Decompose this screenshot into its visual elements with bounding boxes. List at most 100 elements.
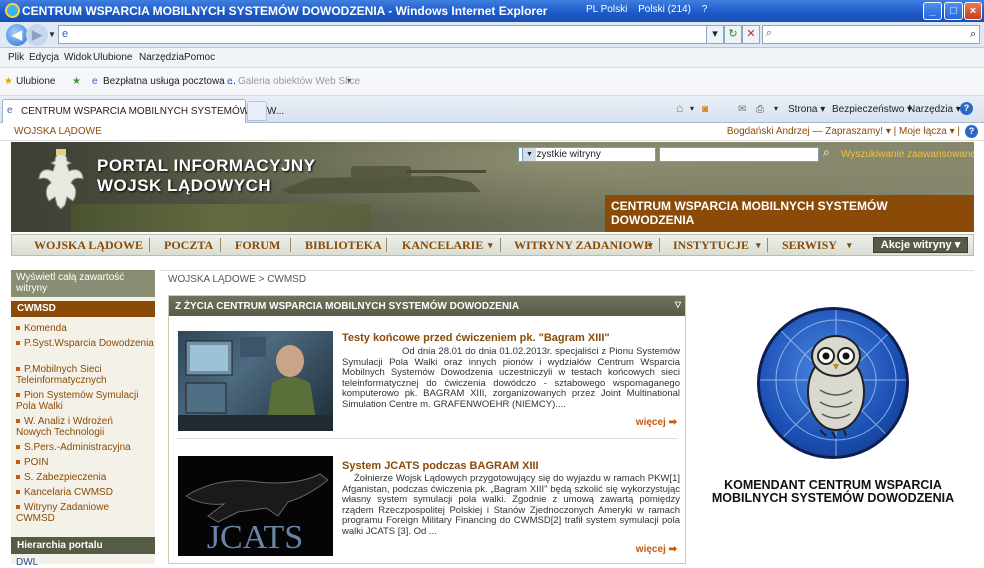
webslice-dropdown-icon[interactable]: ▾ xyxy=(347,76,351,85)
tab-page-icon: e xyxy=(7,105,13,116)
more-link-1[interactable]: więcej ➡ xyxy=(636,417,677,428)
instytucje-dropdown-icon[interactable]: ▾ xyxy=(756,240,761,251)
nav-forum[interactable]: FORUM xyxy=(235,238,280,253)
view-all-content-link[interactable]: Wyświetl całą zawartość witryny xyxy=(11,270,155,297)
site-search-input[interactable] xyxy=(659,147,819,162)
menu-bar: Plik Edycja Widok Ulubione Narzędzia Pom… xyxy=(0,48,984,68)
nav-witryny-zadaniowe[interactable]: WITRYNY ZADANIOWE xyxy=(514,238,652,253)
kancelarie-dropdown-icon[interactable]: ▾ xyxy=(488,240,493,251)
mail-icon[interactable]: ✉ xyxy=(738,104,746,115)
favorites-button[interactable]: Ulubione xyxy=(16,76,55,87)
portal-title-line1: PORTAL INFORMACYJNY xyxy=(97,156,316,175)
cmd-tools[interactable]: Narzędzia ▾ xyxy=(908,104,961,115)
menu-tools[interactable]: Narzędzia xyxy=(139,52,184,63)
print-icon[interactable]: ⎙ xyxy=(756,104,764,115)
cmd-safety[interactable]: Bezpieczeństwo ▾ xyxy=(832,104,912,115)
leftnav-item[interactable]: P.Syst.Wsparcia Dowodzenia xyxy=(16,338,154,349)
browser-search-input[interactable]: ⌕ xyxy=(762,25,980,44)
favorite-link-mail[interactable]: Bezpłatna usługa pocztowa ... xyxy=(103,76,236,87)
nav-kancelarie[interactable]: KANCELARIE xyxy=(402,238,483,253)
back-button[interactable]: ◀ xyxy=(6,24,28,46)
add-favorite-icon[interactable]: ★ xyxy=(72,76,81,87)
nav-serwisy[interactable]: SERWISY xyxy=(782,238,837,253)
leftnav-item[interactable]: S.Pers.-Administracyjna xyxy=(16,442,131,453)
nav-separator xyxy=(659,238,660,252)
webpart-menu-icon[interactable]: ▽ xyxy=(675,300,681,309)
site-link[interactable]: WOJSKA LĄDOWE xyxy=(14,126,102,137)
page-help-icon[interactable]: ? xyxy=(965,125,978,138)
news-header: Z ŻYCIA CENTRUM WSPARCIA MOBILNYCH SYSTE… xyxy=(169,296,685,316)
news-image-jcats[interactable]: JCATS xyxy=(178,456,333,556)
nav-biblioteka[interactable]: BIBLIOTEKA xyxy=(305,238,382,253)
site-actions-button[interactable]: Akcje witryny ▾ xyxy=(873,237,968,253)
history-dropdown-icon[interactable]: ▼ xyxy=(48,30,56,39)
print-dropdown-icon[interactable]: ▾ xyxy=(774,104,778,113)
feeds-icon[interactable]: ◙ xyxy=(702,104,708,115)
refresh-icon[interactable]: ↻ xyxy=(724,25,742,44)
nav-poczta[interactable]: POCZTA xyxy=(164,238,213,253)
lang-indicator[interactable]: PL Polski xyxy=(586,4,627,15)
portal-title-line2: WOJSK LĄDOWYCH xyxy=(97,176,272,195)
search-scope-select[interactable]: Wszystkie witryny ▼ xyxy=(518,147,656,162)
maximize-button[interactable]: □ xyxy=(944,2,963,20)
nav-separator xyxy=(149,238,150,252)
help-icon-toolbar[interactable]: ? xyxy=(960,102,973,115)
leftnav-item[interactable]: P.Mobilnych Sieci Teleinformatycznych xyxy=(16,364,146,386)
language-bar[interactable]: PL Polski Polski (214) ? xyxy=(586,4,715,15)
fav-page-icon-2: e xyxy=(227,76,233,87)
search-go-icon[interactable]: ⌕ xyxy=(970,28,976,41)
address-dropdown-icon[interactable]: ▾ xyxy=(706,25,724,44)
menu-view[interactable]: Widok xyxy=(64,52,92,63)
top-strip: WOJSKA LĄDOWE Bogdański Andrzej — Zapras… xyxy=(0,123,984,141)
leftnav-item[interactable]: Kancelaria CWMSD xyxy=(16,487,113,498)
news-image-soldier-computers[interactable] xyxy=(178,331,333,431)
favorites-bar: ★ Ulubione ★ e Bezpłatna usługa pocztowa… xyxy=(0,68,984,96)
commander-caption[interactable]: KOMENDANT CENTRUM WSPARCIA MOBILNYCH SYS… xyxy=(700,479,966,505)
home-dropdown-icon[interactable]: ▾ xyxy=(690,104,694,113)
news-title-1[interactable]: Testy końcowe przed ćwiczeniem pk. "Bagr… xyxy=(342,332,610,344)
tab-cwmsd[interactable]: e CENTRUM WSPARCIA MOBILNYCH SYSTEMÓW DO… xyxy=(2,99,284,123)
forward-button[interactable]: ▶ xyxy=(26,24,48,46)
breadcrumb[interactable]: WOJSKA LĄDOWE > CWMSD xyxy=(168,274,306,285)
site-name-box: CENTRUM WSPARCIA MOBILNYCH SYSTEMÓW DOWO… xyxy=(605,195,974,232)
scope-dropdown-icon[interactable]: ▼ xyxy=(522,148,536,161)
new-tab-button[interactable] xyxy=(247,101,267,121)
user-bar[interactable]: Bogdański Andrzej — Zapraszamy! ▾ | Moje… xyxy=(727,126,960,137)
nav-wojska-ladowe[interactable]: WOJSKA LĄDOWE xyxy=(34,238,143,253)
cmd-page[interactable]: Strona ▾ xyxy=(788,104,825,115)
close-button[interactable]: × xyxy=(964,2,982,20)
favorite-link-webslice[interactable]: Galeria obiektów Web Slice xyxy=(238,76,360,87)
help-icon[interactable]: ? xyxy=(702,4,708,15)
leftnav-item[interactable]: S. Zabezpieczenia xyxy=(16,472,106,483)
address-field[interactable]: e xyxy=(58,25,722,44)
keyboard-indicator[interactable]: Polski (214) xyxy=(638,4,691,15)
witryny-dropdown-icon[interactable]: ▾ xyxy=(648,240,653,251)
leftnav-section-cwmsd[interactable]: CWMSD xyxy=(11,301,155,317)
window-title-bar: CENTRUM WSPARCIA MOBILNYCH SYSTEMÓW DOWO… xyxy=(0,0,984,22)
menu-file[interactable]: Plik xyxy=(8,52,24,63)
banner-soldiers xyxy=(71,204,371,232)
hierarchy-item-dwl[interactable]: DWL xyxy=(16,557,38,568)
favorites-star-icon[interactable]: ★ xyxy=(4,76,13,87)
leftnav-item[interactable]: W. Analiz i Wdrożeń Nowych Technologii xyxy=(16,416,146,438)
advanced-search-link[interactable]: Wyszukiwanie zaawansowane xyxy=(841,149,974,160)
leftnav-item[interactable]: Komenda xyxy=(16,323,67,334)
more-link-2[interactable]: więcej ➡ xyxy=(636,544,677,555)
news-webpart: Z ŻYCIA CENTRUM WSPARCIA MOBILNYCH SYSTE… xyxy=(168,295,686,564)
menu-help[interactable]: Pomoc xyxy=(184,52,215,63)
tab-title[interactable]: CENTRUM WSPARCIA MOBILNYCH SYSTEMÓW DOW.… xyxy=(21,106,284,117)
news-title-2[interactable]: System JCATS podczas BAGRAM XIII xyxy=(342,460,539,472)
page-icon: e xyxy=(62,28,69,40)
leftnav-item[interactable]: Pion Systemów Symulacji Pola Walki xyxy=(16,390,146,412)
leftnav-item[interactable]: Witryny Zadaniowe CWMSD xyxy=(16,502,126,524)
minimize-button[interactable]: _ xyxy=(923,2,942,20)
serwisy-dropdown-icon[interactable]: ▾ xyxy=(847,240,852,251)
nav-instytucje[interactable]: INSTYTUCJE xyxy=(673,238,749,253)
home-icon[interactable]: ⌂ xyxy=(676,101,683,115)
portal-banner: PORTAL INFORMACYJNY WOJSK LĄDOWYCH Wszys… xyxy=(11,142,974,232)
menu-favorites[interactable]: Ulubione xyxy=(93,52,132,63)
stop-icon[interactable]: ✕ xyxy=(742,25,760,44)
site-search-icon[interactable]: ⌕ xyxy=(823,145,830,160)
menu-edit[interactable]: Edycja xyxy=(29,52,59,63)
leftnav-item[interactable]: POIN xyxy=(16,457,48,468)
